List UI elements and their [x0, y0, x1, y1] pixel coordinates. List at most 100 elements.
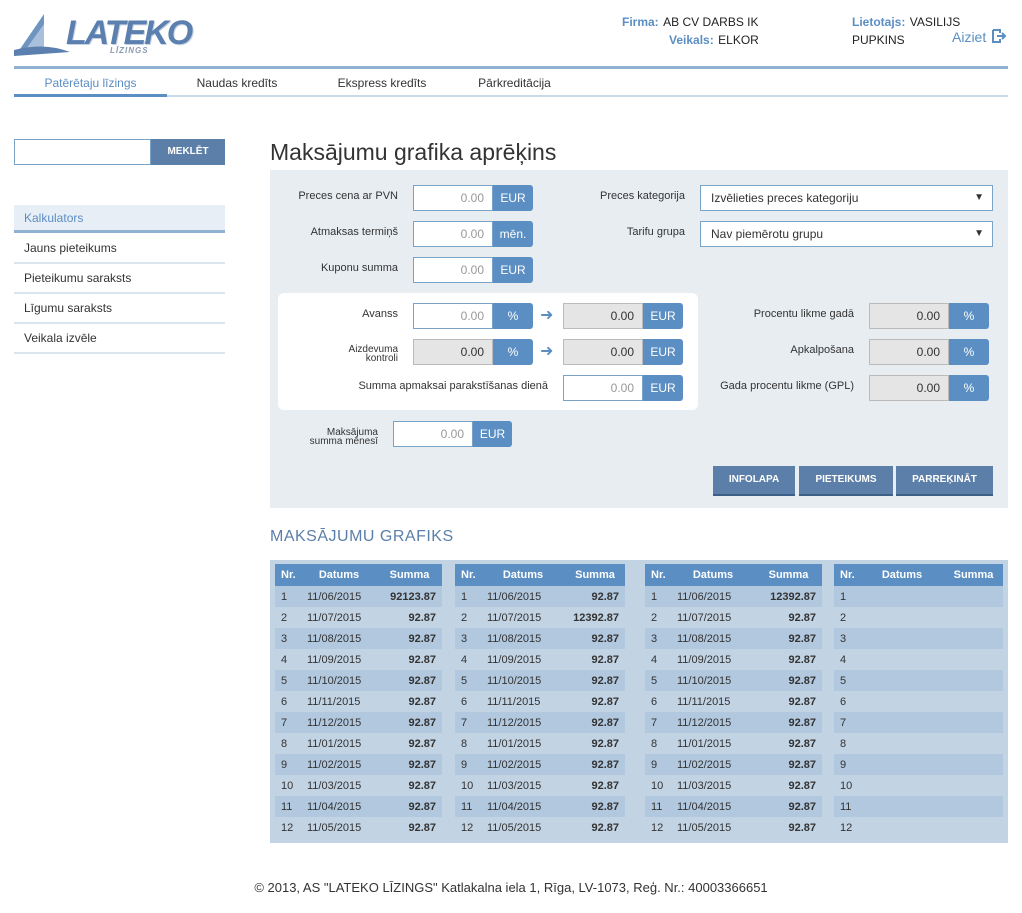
- row-number: 1: [275, 586, 301, 607]
- veikals-value: ELKOR: [718, 33, 759, 47]
- aizdevums-eur-unit: EUR: [643, 339, 683, 365]
- row-number: 5: [834, 670, 860, 691]
- schedule-header-cell: Summa: [559, 564, 625, 586]
- schedule-header-cell: Nr.: [834, 564, 860, 586]
- row-number: 12: [645, 817, 671, 838]
- avans-label: Avanss: [362, 308, 398, 320]
- row-amount: 92.87: [749, 796, 822, 817]
- table-row: 6 11/11/2015 92.87: [645, 691, 822, 712]
- row-date: [860, 775, 938, 796]
- table-row: 5 11/10/2015 92.87: [455, 670, 625, 691]
- monthly-input[interactable]: 0.00: [393, 421, 473, 447]
- table-row: 12 11/05/2015 92.87: [645, 817, 822, 838]
- pieteikums-button[interactable]: PIETEIKUMS: [799, 466, 893, 494]
- row-date: [860, 670, 938, 691]
- schedule-header-cell: Datums: [860, 564, 938, 586]
- row-date: 11/08/2015: [671, 628, 749, 649]
- table-row: 9 11/02/2015 92.87: [275, 754, 442, 775]
- search-button[interactable]: MEKLĒT: [151, 139, 225, 165]
- row-amount: 92.87: [559, 586, 625, 607]
- row-date: 11/10/2015: [301, 670, 371, 691]
- service-label: Apkalpošana: [790, 344, 854, 356]
- term-unit: mēn.: [493, 221, 533, 247]
- logo[interactable]: LATEKO LĪZINGS: [14, 8, 193, 58]
- row-amount: 92.87: [559, 775, 625, 796]
- row-amount: [938, 775, 1003, 796]
- footer-text: © 2013, AS "LATEKO LĪZINGS" Katlakalna i…: [254, 880, 768, 895]
- row-date: 11/09/2015: [301, 649, 371, 670]
- sidebar-item-ligumu-saraksts[interactable]: Līgumu saraksts: [14, 294, 225, 324]
- table-row: 2 11/07/2015 92.87: [645, 607, 822, 628]
- rate-input[interactable]: 0.00: [869, 303, 949, 329]
- schedule-header-cell: Datums: [671, 564, 749, 586]
- logout-link[interactable]: Aiziet: [952, 29, 1012, 47]
- avans-percent-input[interactable]: 0.00: [413, 303, 493, 329]
- sidebar-item-pieteikumu-saraksts[interactable]: Pieteikumu saraksts: [14, 264, 225, 294]
- schedule-header-cell: Summa: [938, 564, 1003, 586]
- coupon-label: Kuponu summa: [320, 262, 398, 274]
- row-amount: 92123.87: [371, 586, 442, 607]
- aizdevums-percent-input[interactable]: 0.00: [413, 339, 493, 365]
- row-amount: 12392.87: [749, 586, 822, 607]
- schedule-table-1: Nr. Datums Summa 1 11/06/2015 92123.87 2 11/07/…: [275, 564, 442, 838]
- table-row: 10 11/03/2015 92.87: [645, 775, 822, 796]
- row-number: 12: [275, 817, 301, 838]
- infolapa-button[interactable]: INFOLAPA: [713, 466, 795, 494]
- price-input[interactable]: 0.00: [413, 185, 493, 211]
- row-amount: [938, 733, 1003, 754]
- row-amount: 92.87: [559, 649, 625, 670]
- monthly-label-line2: summa mēnesī: [309, 436, 378, 447]
- table-row: 3 11/08/2015 92.87: [275, 628, 442, 649]
- coupon-input[interactable]: 0.00: [413, 257, 493, 283]
- row-amount: 12392.87: [559, 607, 625, 628]
- row-amount: 92.87: [559, 754, 625, 775]
- sign-day-label: Summa apmaksai parakstīšanas dienā: [358, 380, 548, 392]
- search-input[interactable]: [14, 139, 151, 165]
- row-date: 11/05/2015: [301, 817, 371, 838]
- tariff-label: Tarifu grupa: [626, 226, 685, 238]
- tab-pateretaju-lizings[interactable]: Patērētaju līzings: [14, 69, 167, 97]
- row-amount: [938, 670, 1003, 691]
- row-date: 11/11/2015: [481, 691, 559, 712]
- row-number: 6: [275, 691, 301, 712]
- gpl-input[interactable]: 0.00: [869, 375, 949, 401]
- service-input[interactable]: 0.00: [869, 339, 949, 365]
- row-number: 8: [834, 733, 860, 754]
- row-number: 12: [455, 817, 481, 838]
- tab-ekspress-kredits[interactable]: Ekspress kredīts: [307, 69, 457, 97]
- row-number: 10: [645, 775, 671, 796]
- table-row: 9 11/02/2015 92.87: [455, 754, 625, 775]
- sidebar-item-veikala-izvele[interactable]: Veikala izvēle: [14, 324, 225, 354]
- sign-day-input[interactable]: 0.00: [563, 375, 643, 401]
- row-amount: 92.87: [559, 691, 625, 712]
- row-date: 11/05/2015: [481, 817, 559, 838]
- table-row: 6 11/11/2015 92.87: [455, 691, 625, 712]
- rate-unit: %: [949, 303, 989, 329]
- row-date: 11/05/2015: [671, 817, 749, 838]
- tab-naudas-kredits[interactable]: Naudas kredīts: [167, 69, 307, 97]
- table-row: 10: [834, 775, 1003, 796]
- tab-parkreditacija[interactable]: Pārkreditācija: [457, 69, 572, 97]
- row-amount: [938, 796, 1003, 817]
- term-input[interactable]: 0.00: [413, 221, 493, 247]
- sidebar-header-kalkulators[interactable]: Kalkulators: [14, 205, 225, 233]
- row-date: [860, 607, 938, 628]
- aizdevums-eur-input[interactable]: 0.00: [563, 339, 643, 365]
- row-date: [860, 817, 938, 838]
- row-amount: 92.87: [371, 628, 442, 649]
- tariff-select[interactable]: Nav piemērotu grupu ▼: [700, 221, 993, 247]
- table-row: 11 11/04/2015 92.87: [455, 796, 625, 817]
- category-select[interactable]: Izvēlieties preces kategoriju ▼: [700, 185, 993, 211]
- row-number: 9: [645, 754, 671, 775]
- row-number: 5: [645, 670, 671, 691]
- price-label: Preces cena ar PVN: [298, 190, 398, 202]
- table-row: 2 11/07/2015 12392.87: [455, 607, 625, 628]
- sidebar-item-jauns-pieteikums[interactable]: Jauns pieteikums: [14, 234, 225, 264]
- parrekinat-button[interactable]: PARREĶINĀT: [896, 466, 993, 494]
- row-number: 4: [455, 649, 481, 670]
- avans-eur-input[interactable]: 0.00: [563, 303, 643, 329]
- row-date: 11/01/2015: [481, 733, 559, 754]
- row-number: 11: [645, 796, 671, 817]
- row-amount: [938, 691, 1003, 712]
- row-amount: 92.87: [371, 754, 442, 775]
